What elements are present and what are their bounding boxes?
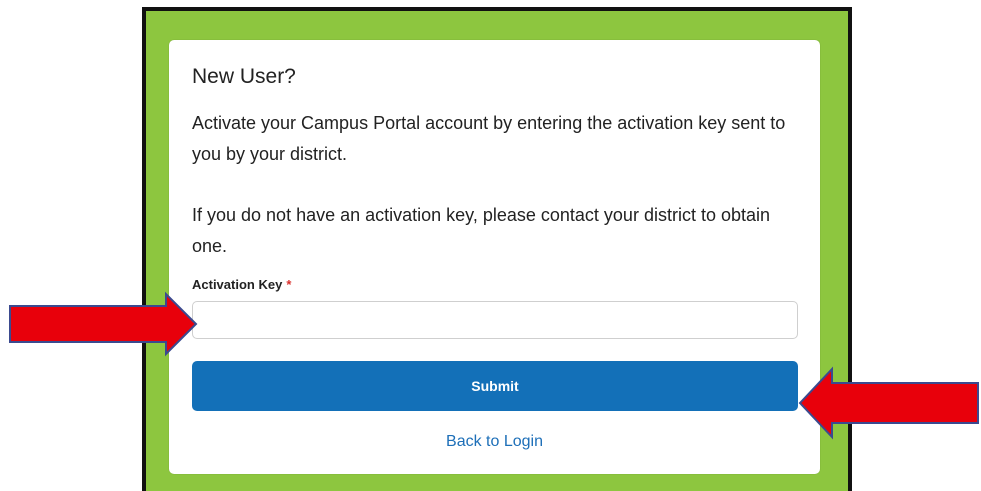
activation-key-label-text: Activation Key <box>192 277 283 292</box>
back-to-login-link[interactable]: Back to Login <box>169 433 820 451</box>
required-marker: * <box>286 277 292 292</box>
activation-instructions: Activate your Campus Portal account by e… <box>192 113 786 164</box>
activation-key-input[interactable] <box>192 301 798 339</box>
arrow-right-icon <box>9 291 198 357</box>
no-key-instructions: If you do not have an activation key, pl… <box>192 205 771 256</box>
submit-button[interactable]: Submit <box>192 361 798 411</box>
card-title: New User? <box>192 65 296 88</box>
new-user-card: New User? Activate your Campus Portal ac… <box>169 40 820 474</box>
activation-key-label: Activation Key * <box>192 277 291 292</box>
screenshot-stage: New User? Activate your Campus Portal ac… <box>0 0 981 491</box>
arrow-left-icon <box>798 366 979 440</box>
